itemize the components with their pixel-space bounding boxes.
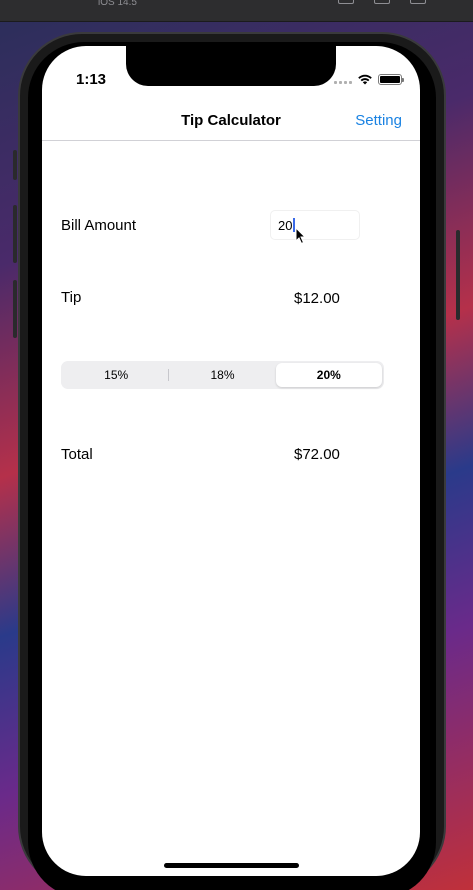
tip-label: Tip: [61, 289, 82, 306]
bill-amount-label: Bill Amount: [61, 217, 137, 234]
simulator-toolbar: iOS 14.5: [0, 0, 473, 22]
signal-icon: [334, 74, 352, 84]
notch: [126, 46, 336, 86]
volume-down-button: [13, 280, 17, 338]
total-label: Total: [61, 446, 93, 463]
setting-button[interactable]: Setting: [355, 112, 402, 129]
home-button-icon[interactable]: [338, 0, 354, 4]
tip-value: $12.00: [294, 290, 340, 307]
segment-18[interactable]: 18%: [169, 363, 275, 387]
rotate-button-icon[interactable]: [410, 0, 426, 4]
navigation-bar: Tip Calculator Setting: [42, 102, 420, 141]
volume-up-button: [13, 205, 17, 263]
home-indicator[interactable]: [164, 863, 299, 868]
status-icons: [334, 73, 404, 85]
bill-amount-value: 20: [278, 218, 293, 233]
tip-percentage-control[interactable]: 15% 18% 20%: [61, 361, 384, 389]
segment-15[interactable]: 15%: [63, 363, 170, 387]
power-button: [456, 230, 460, 320]
total-value: $72.00: [294, 446, 340, 463]
status-time: 1:13: [76, 71, 107, 88]
mute-switch: [13, 150, 17, 180]
screenshot-button-icon[interactable]: [374, 0, 390, 4]
wifi-icon: [358, 74, 372, 85]
cursor-icon: [295, 227, 307, 245]
simulator-os-label: iOS 14.5: [98, 0, 137, 8]
battery-icon: [378, 73, 404, 85]
bill-amount-input[interactable]: 20: [270, 210, 360, 240]
segment-20[interactable]: 20%: [275, 363, 382, 387]
app-screen: 1:13 Tip Calculator Setting Bill Amount …: [42, 46, 420, 876]
